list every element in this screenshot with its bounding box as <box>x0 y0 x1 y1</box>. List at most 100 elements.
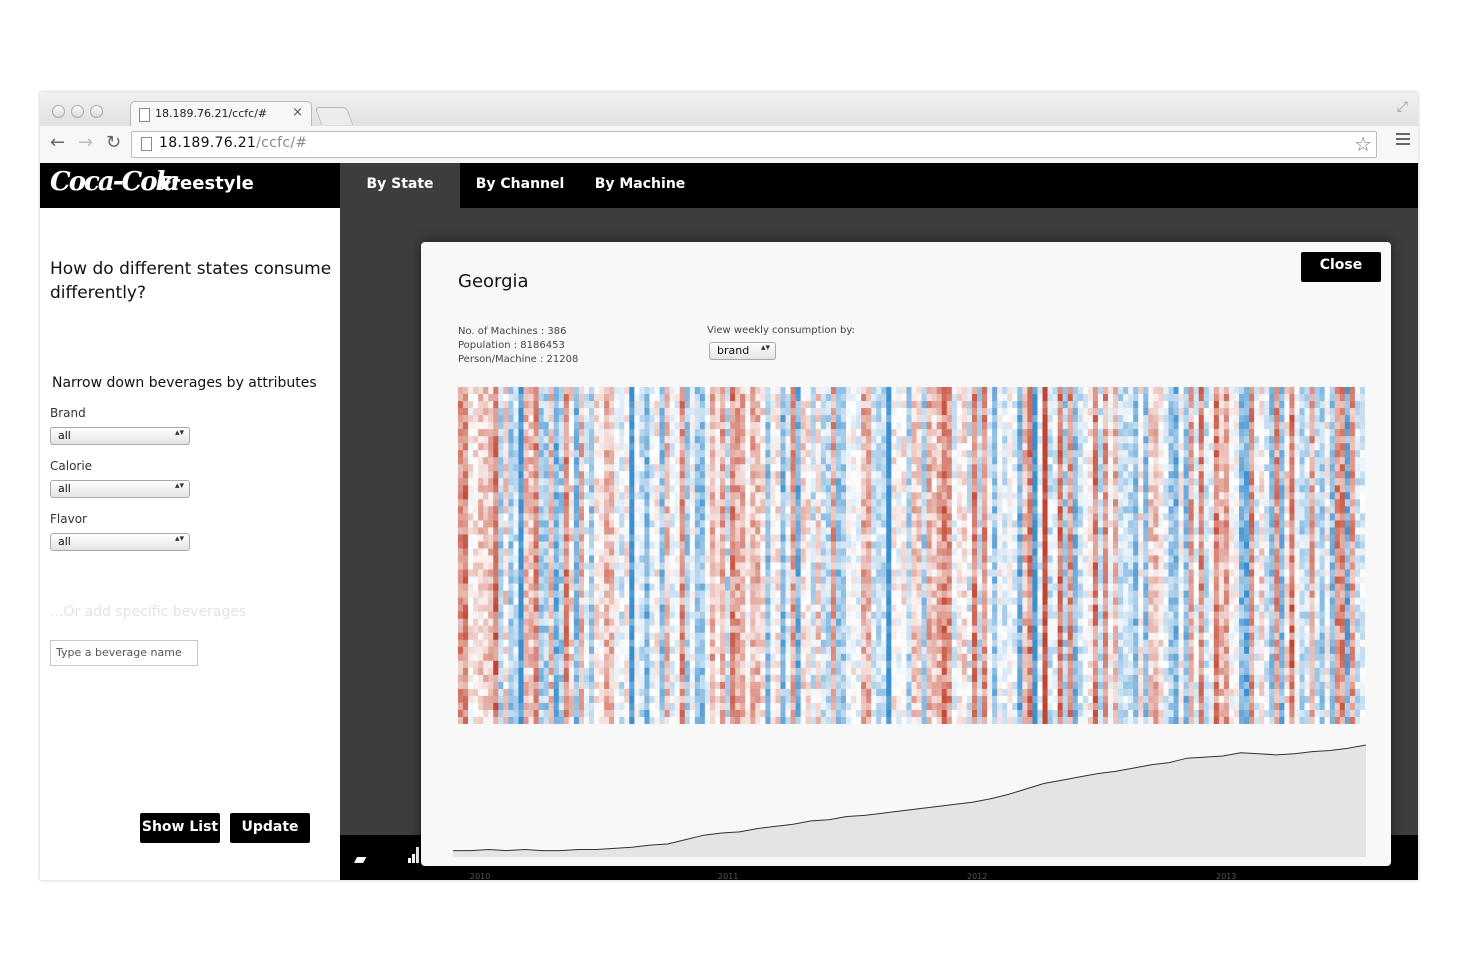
heatmap-cell <box>906 429 912 437</box>
heatmap-cell <box>634 639 640 648</box>
heatmap-cell <box>755 674 761 683</box>
heatmap-cell <box>916 583 923 592</box>
heatmap-cell <box>704 422 711 430</box>
tab-by-machine[interactable]: By Machine <box>580 163 700 208</box>
heatmap-cell <box>543 604 550 613</box>
tab-by-state[interactable]: By State <box>340 163 460 208</box>
bar-chart-icon[interactable] <box>408 847 422 863</box>
heatmap-cell <box>478 401 484 409</box>
heatmap-cell <box>720 660 726 669</box>
heatmap-cell <box>735 611 741 620</box>
view-by-select[interactable]: brand ▴▾ <box>709 342 776 360</box>
heatmap-cell <box>790 604 797 613</box>
address-bar[interactable]: 18.189.76.21/ccfc/# ☆ <box>131 131 1377 158</box>
close-button[interactable]: Close <box>1301 252 1381 282</box>
heatmap-cell <box>896 555 902 564</box>
heatmap-cell <box>674 646 681 655</box>
heatmap-cell <box>543 527 550 535</box>
heatmap-cell <box>644 506 650 514</box>
brand-select[interactable]: all ▴▾ <box>50 427 190 445</box>
heatmap-cell <box>961 464 968 472</box>
heatmap-cell <box>780 646 787 655</box>
new-tab-button[interactable] <box>314 107 354 125</box>
minimize-window-button[interactable] <box>71 105 84 118</box>
heatmap-cell <box>790 436 797 444</box>
flavor-select[interactable]: all ▴▾ <box>50 533 190 551</box>
heatmap-cell <box>604 674 610 683</box>
heatmap-cell <box>684 681 691 690</box>
heatmap-cell <box>518 450 525 458</box>
heatmap-cell <box>604 436 610 444</box>
heatmap-cell <box>709 618 716 627</box>
heatmap-cell <box>523 457 530 465</box>
us-map-icon[interactable]: ▰ <box>354 849 366 868</box>
heatmap-column <box>558 387 565 724</box>
heatmap-cell <box>926 436 933 444</box>
heatmap-cell <box>624 443 630 451</box>
heatmap-cell <box>886 716 892 724</box>
heatmap-cell <box>775 555 781 564</box>
reload-icon[interactable]: ↻ <box>106 132 121 153</box>
beverage-search-input[interactable]: Type a beverage name <box>50 640 198 666</box>
heatmap-cell <box>594 646 600 655</box>
heatmap-column <box>830 387 837 724</box>
fullscreen-icon[interactable]: ⤢ <box>1397 99 1408 115</box>
heatmap-cell <box>961 436 968 444</box>
heatmap-cell <box>765 674 771 683</box>
heatmap-cell <box>810 632 817 641</box>
heatmap-cell <box>498 660 504 669</box>
back-arrow-icon[interactable]: ← <box>50 132 65 153</box>
show-list-button[interactable]: Show List <box>140 813 220 843</box>
zoom-window-button[interactable] <box>90 105 103 118</box>
heatmap-cell <box>528 639 535 648</box>
heatmap-cell <box>483 667 489 676</box>
heatmap-cell <box>573 681 580 690</box>
heatmap-cell <box>750 534 756 542</box>
heatmap-cell <box>674 688 681 697</box>
heatmap-cell <box>951 443 958 451</box>
heatmap-cell <box>931 618 938 627</box>
hamburger-menu-icon[interactable] <box>1396 133 1410 148</box>
heatmap-cell <box>745 646 751 655</box>
heatmap-cell <box>568 646 575 655</box>
heatmap-cell <box>649 541 656 549</box>
heatmap-cell <box>649 394 656 402</box>
heatmap-cell <box>825 611 832 620</box>
heatmap-cell <box>568 625 575 634</box>
heatmap-cell <box>740 667 746 676</box>
heatmap-cell <box>538 443 545 451</box>
heatmap-cell <box>523 443 530 451</box>
heatmap-cell <box>830 576 837 585</box>
heatmap-cell <box>790 534 797 542</box>
tab-close-icon[interactable]: × <box>292 105 303 120</box>
forward-arrow-icon[interactable]: → <box>78 132 93 153</box>
heatmap-cell <box>483 506 489 514</box>
heatmap-cell <box>745 555 751 564</box>
heatmap-cell <box>654 506 661 514</box>
heatmap-cell <box>573 443 580 451</box>
star-icon[interactable]: ☆ <box>1354 132 1372 156</box>
heatmap-cell <box>730 583 736 592</box>
close-window-button[interactable] <box>52 105 65 118</box>
tab-by-channel[interactable]: By Channel <box>460 163 580 208</box>
calorie-select[interactable]: all ▴▾ <box>50 480 190 498</box>
update-viz-button[interactable]: Update Viz <box>230 813 310 863</box>
heatmap-cell <box>538 527 545 535</box>
heatmap-cell <box>961 429 968 437</box>
heatmap-cell <box>750 450 756 458</box>
browser-tab[interactable]: 18.189.76.21/ccfc/# × <box>130 101 312 127</box>
heatmap-cell <box>956 401 963 409</box>
heatmap-cell <box>815 702 822 711</box>
heatmap-cell <box>538 422 545 430</box>
heatmap-cell <box>725 660 731 669</box>
heatmap-cell <box>599 562 605 571</box>
heatmap-cell <box>614 695 620 704</box>
heatmap-cell <box>508 541 514 549</box>
heatmap-cell <box>896 681 902 690</box>
heatmap-cell <box>568 464 575 472</box>
heatmap-cell <box>946 499 953 507</box>
heatmap-cell <box>478 408 484 416</box>
heatmap-cell <box>583 408 590 416</box>
heatmap-cell <box>568 436 575 444</box>
heatmap-cell <box>694 415 701 423</box>
